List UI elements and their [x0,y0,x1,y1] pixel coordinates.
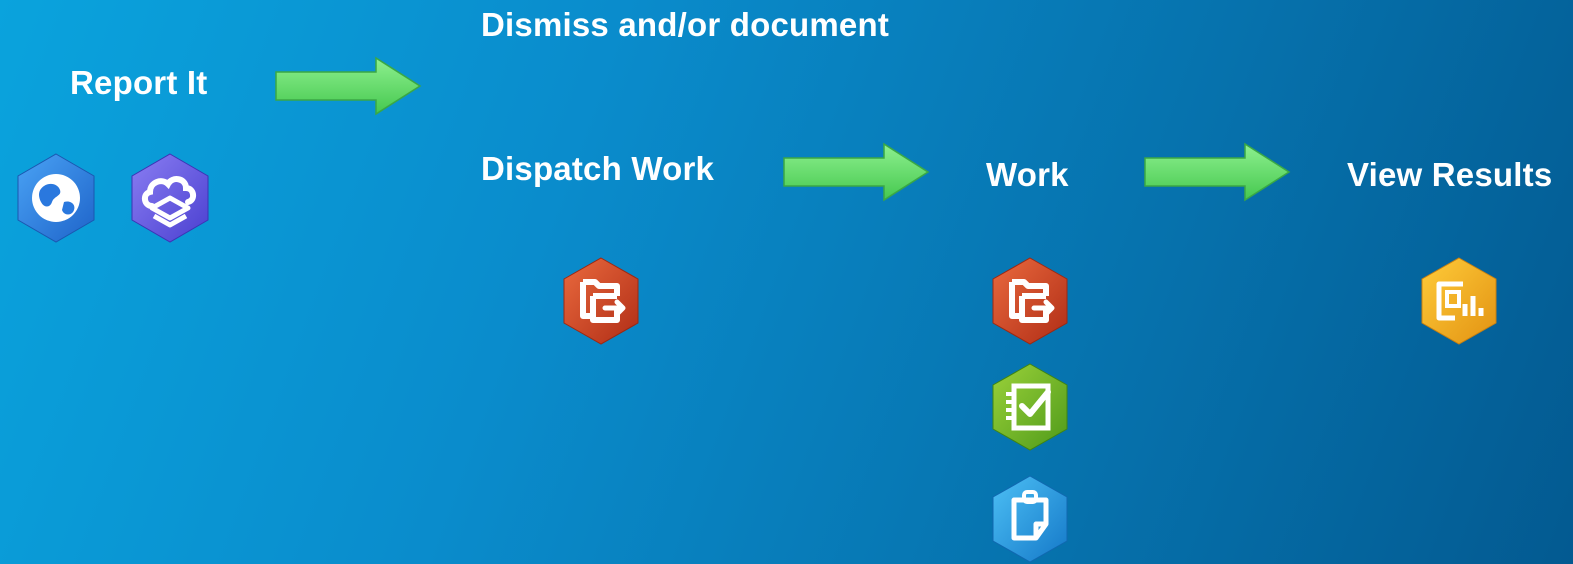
cloud-layers-app-icon[interactable] [128,152,212,244]
dashboard-app-icon[interactable] [1419,256,1499,346]
survey-checklist-icon[interactable] [990,362,1070,452]
clipboard-app-icon[interactable] [990,474,1070,564]
dispatch-work-label: Dispatch Work [481,150,715,187]
arrow-work-to-results [1144,142,1291,202]
globe-app-icon[interactable] [14,152,98,244]
dismiss-document-label: Dismiss and/or document [481,6,890,43]
workforce-work-icon[interactable] [990,256,1070,346]
workforce-dispatch-icon[interactable] [561,256,641,346]
work-label: Work [986,156,1069,193]
arrow-dispatch-to-work [783,142,930,202]
report-it-label: Report It [70,64,208,101]
arrow-report-to-dismiss [275,56,422,116]
view-results-label: View Results [1347,156,1553,193]
